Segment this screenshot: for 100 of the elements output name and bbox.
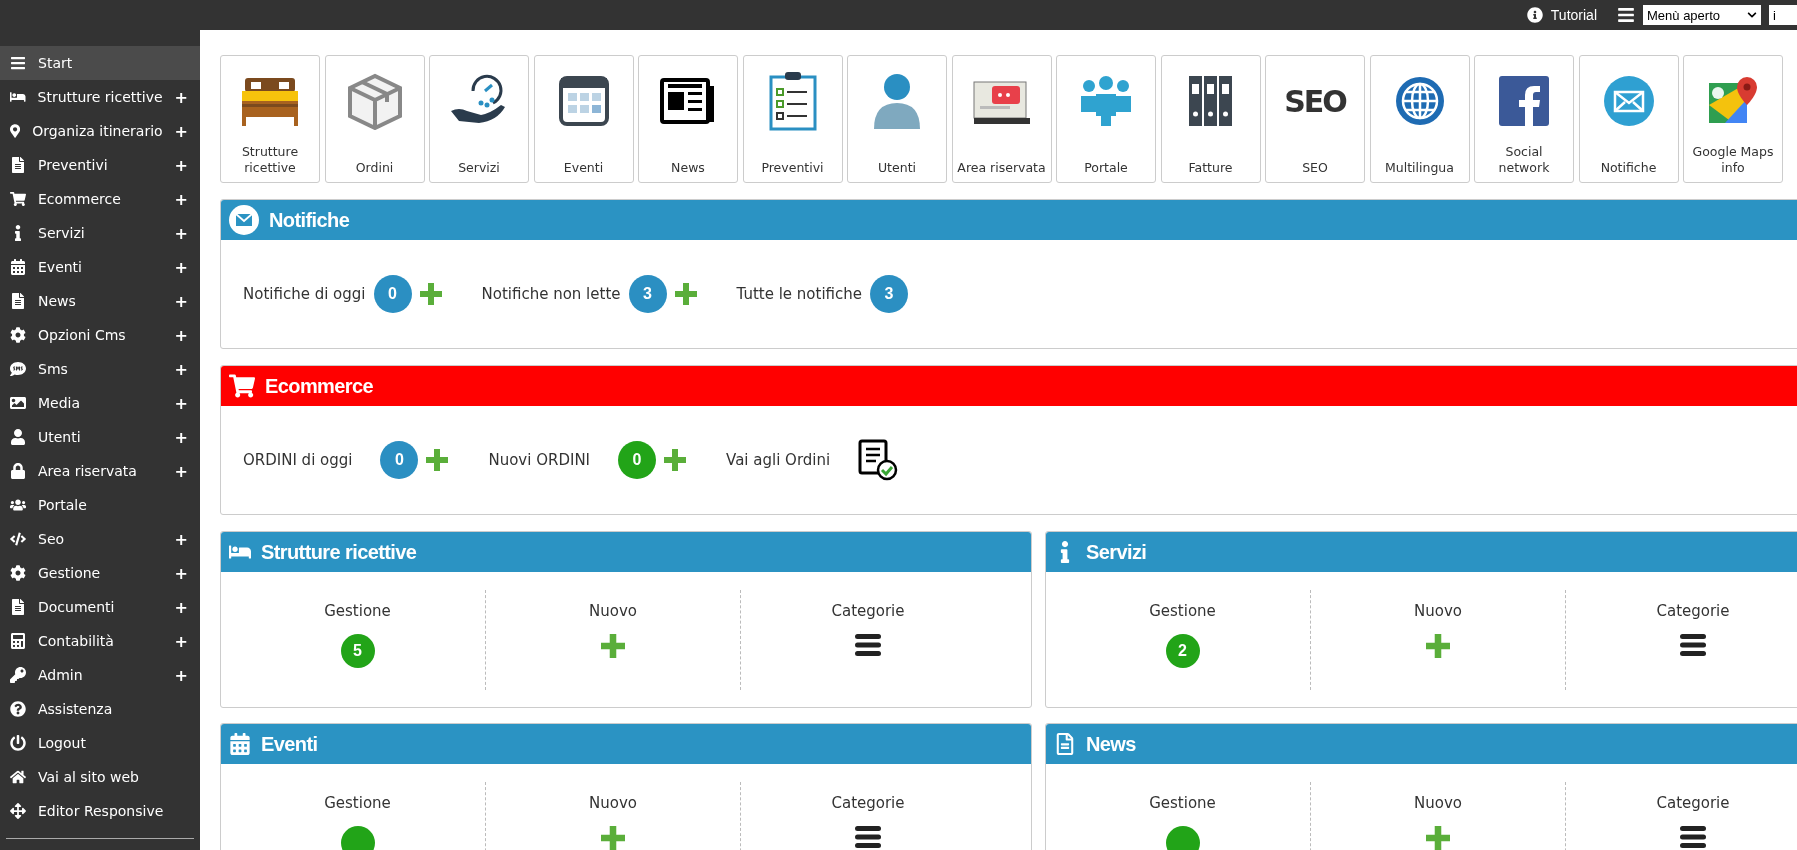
sidebar-item[interactable]: Media + xyxy=(0,386,200,420)
sidebar-item[interactable]: Editor Responsive xyxy=(0,794,200,828)
sidebar-label: Strutture ricettive xyxy=(37,89,163,105)
expand-toggle[interactable]: + xyxy=(174,223,188,243)
expand-toggle[interactable]: + xyxy=(174,87,188,107)
facebook-logo-icon xyxy=(1499,76,1549,126)
module-tile[interactable]: Utenti xyxy=(847,55,947,183)
bed-icon xyxy=(10,89,26,105)
count-badge[interactable]: 3 xyxy=(628,275,667,313)
expand-toggle[interactable]: + xyxy=(174,631,188,651)
sidebar-item[interactable]: Portale xyxy=(0,488,200,522)
expand-toggle[interactable]: + xyxy=(174,461,188,481)
language-select[interactable]: i xyxy=(1769,5,1797,25)
sidebar-item[interactable]: Strutture ricettive + xyxy=(0,80,200,114)
document-check-icon[interactable] xyxy=(858,439,899,481)
sidebar-item[interactable]: Contabilità + xyxy=(0,624,200,658)
orders-link[interactable]: Vai agli Ordini xyxy=(726,451,831,469)
sidebar-item[interactable]: Opzioni Cms + xyxy=(0,318,200,352)
menu-select[interactable]: Menù aperto xyxy=(1643,5,1761,25)
module-tile[interactable]: Fatture xyxy=(1160,55,1261,183)
sidebar-item[interactable]: Vai al sito web xyxy=(0,760,200,794)
plus-icon[interactable] xyxy=(674,283,697,305)
tile-label: Strutture ricettive xyxy=(240,144,300,176)
user-icon xyxy=(872,73,922,129)
module-tile[interactable]: Preventivi xyxy=(742,55,843,183)
sidebar-item[interactable]: Seo + xyxy=(0,522,200,556)
module-tile[interactable]: SEO SEO xyxy=(1265,55,1365,183)
count-badge[interactable]: 0 xyxy=(380,441,419,479)
sidebar-label: Gestione xyxy=(38,565,102,581)
module-tile[interactable]: Strutture ricettive xyxy=(220,55,320,183)
count-badge[interactable] xyxy=(340,825,375,850)
expand-toggle[interactable]: + xyxy=(174,121,188,141)
cart-icon xyxy=(10,191,26,207)
expand-toggle[interactable]: + xyxy=(174,189,188,209)
tutorial-link[interactable]: Tutorial xyxy=(1526,7,1597,23)
expand-toggle[interactable]: + xyxy=(174,325,188,345)
sidebar-item[interactable]: Assistenza xyxy=(0,692,200,726)
plus-icon[interactable] xyxy=(601,633,625,658)
sidebar-item[interactable]: Ecommerce + xyxy=(0,182,200,216)
module-tile[interactable]: Notifiche xyxy=(1578,55,1679,183)
count-badge[interactable] xyxy=(1165,825,1200,850)
plus-icon[interactable] xyxy=(1426,633,1450,658)
sidebar-label: Ecommerce xyxy=(38,191,122,207)
module-tile[interactable]: Social network xyxy=(1474,55,1574,183)
sidebar-item[interactable]: Organiza itinerario + xyxy=(0,114,200,148)
action-label: Nuovo xyxy=(1414,793,1462,812)
sidebar-item[interactable]: Preventivi + xyxy=(0,148,200,182)
tile-label: Servizi xyxy=(457,160,501,176)
module-tile[interactable]: News xyxy=(638,55,738,183)
action-label: Nuovo xyxy=(1414,601,1462,620)
tile-label: Notifiche xyxy=(1599,160,1658,176)
expand-toggle[interactable]: + xyxy=(174,155,188,175)
module-tile[interactable]: Area riservata xyxy=(951,55,1052,183)
expand-toggle[interactable]: + xyxy=(174,563,188,583)
module-tile[interactable]: Google Maps info xyxy=(1683,55,1783,183)
module-tile[interactable]: Multilingua xyxy=(1369,55,1470,183)
plus-icon[interactable] xyxy=(601,825,625,850)
expand-toggle[interactable]: + xyxy=(174,529,188,549)
sidebar-item[interactable]: Logout xyxy=(0,726,200,760)
module-tile[interactable]: Ordini xyxy=(324,55,425,183)
sidebar-item[interactable]: Admin + xyxy=(0,658,200,692)
expand-toggle[interactable]: + xyxy=(174,427,188,447)
sidebar-item[interactable]: Utenti + xyxy=(0,420,200,454)
tile-label: News xyxy=(670,160,706,176)
sidebar-item[interactable]: Sms + xyxy=(0,352,200,386)
expand-toggle[interactable]: + xyxy=(174,257,188,277)
bed-icon xyxy=(239,76,301,126)
sidebar-label: Logout xyxy=(38,735,87,751)
expand-toggle[interactable]: + xyxy=(174,291,188,311)
info-icon xyxy=(1526,7,1543,23)
menu-icon[interactable] xyxy=(1617,6,1635,24)
plus-icon[interactable] xyxy=(426,449,449,471)
plus-icon[interactable] xyxy=(419,283,442,305)
sidebar-item[interactable]: Start xyxy=(0,46,200,80)
expand-toggle[interactable]: + xyxy=(174,597,188,617)
sidebar-item[interactable]: Area riservata + xyxy=(0,454,200,488)
module-tile[interactable]: Servizi xyxy=(429,55,529,183)
stat-label: Nuovi ORDINI xyxy=(488,451,591,469)
count-badge[interactable]: 0 xyxy=(373,275,412,313)
expand-toggle[interactable]: + xyxy=(174,359,188,379)
list-icon[interactable] xyxy=(1680,633,1706,656)
sidebar-item[interactable]: News + xyxy=(0,284,200,318)
sidebar-label: News xyxy=(38,293,77,309)
count-badge[interactable]: 3 xyxy=(870,275,908,313)
sidebar-item[interactable]: Documenti + xyxy=(0,590,200,624)
plus-icon[interactable] xyxy=(1426,825,1450,850)
expand-toggle[interactable]: + xyxy=(174,665,188,685)
list-icon[interactable] xyxy=(1680,825,1706,848)
plus-icon[interactable] xyxy=(664,449,687,471)
sidebar-item[interactable]: Servizi + xyxy=(0,216,200,250)
list-icon[interactable] xyxy=(855,633,881,656)
sidebar-item[interactable]: Eventi + xyxy=(0,250,200,284)
list-icon[interactable] xyxy=(855,825,881,848)
sidebar-item[interactable]: Gestione + xyxy=(0,556,200,590)
module-tile[interactable]: Eventi xyxy=(533,55,634,183)
user-icon xyxy=(10,429,26,445)
calendar-icon xyxy=(558,76,609,126)
tile-label: Eventi xyxy=(562,160,605,176)
module-tile[interactable]: Portale xyxy=(1056,55,1156,183)
expand-toggle[interactable]: + xyxy=(174,393,188,413)
